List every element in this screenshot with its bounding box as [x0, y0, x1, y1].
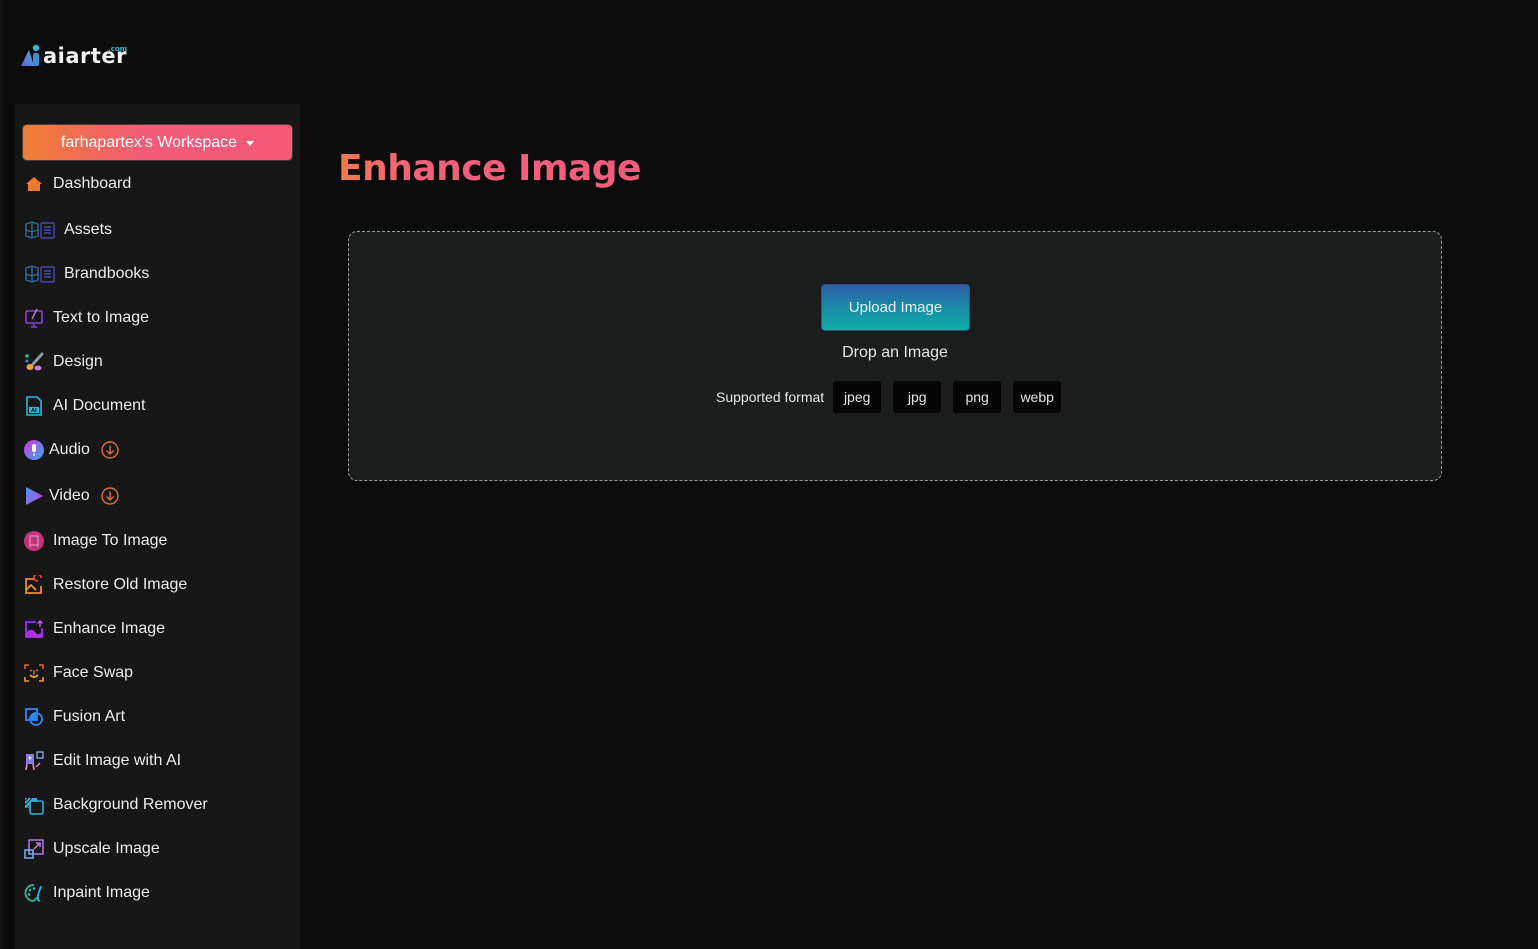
sidebar-item-label: Enhance Image: [53, 620, 166, 637]
sidebar-item-dashboard[interactable]: Dashboard: [24, 171, 131, 197]
easel-icon: [24, 751, 44, 771]
sidebar-item-label: Inpaint Image: [53, 884, 150, 901]
sidebar-item-label: Restore Old Image: [53, 576, 188, 593]
caret-down-icon: [246, 140, 255, 146]
brand-suffix: .com: [108, 45, 128, 53]
sidebar-item-inpaint-image[interactable]: Inpaint Image: [24, 880, 150, 906]
drop-hint: Drop an Image: [842, 344, 948, 361]
sidebar-item-assets[interactable]: Assets: [24, 217, 112, 243]
sidebar-item-label: Text to Image: [53, 309, 150, 326]
format-badge: webp: [1013, 381, 1062, 413]
sidebar-item-background-remover[interactable]: Background Remover: [24, 792, 208, 818]
sidebar-item-label: Edit Image with AI: [53, 752, 182, 769]
format-badge: jpg: [893, 381, 942, 413]
sidebar-item-fusion-art[interactable]: Fusion Art: [24, 704, 125, 730]
home-icon: [24, 174, 44, 194]
sidebar-item-label: Assets: [64, 221, 113, 238]
image-to-image-icon: [24, 531, 44, 551]
sidebar-item-text-to-image[interactable]: Text to Image: [24, 305, 149, 331]
workspace-dropdown[interactable]: farhapartex's Workspace: [22, 124, 293, 161]
sidebar-item-label: Upscale Image: [53, 840, 160, 857]
sidebar-item-label: Audio: [49, 441, 90, 458]
fusion-art-icon: [24, 707, 44, 727]
sidebar-item-upscale-image[interactable]: Upscale Image: [24, 836, 160, 862]
sidebar-item-label: Face Swap: [53, 664, 134, 681]
play-icon: [24, 486, 44, 506]
format-badge: png: [953, 381, 1002, 413]
page-title: Enhance Image: [338, 146, 641, 192]
sidebar-item-label: Dashboard: [53, 175, 132, 192]
sidebar-item-label: Image To Image: [53, 532, 168, 549]
download-icon[interactable]: [101, 441, 119, 459]
sidebar: farhapartex's Workspace Dashboard Assets…: [15, 104, 300, 949]
sidebar-item-label: Fusion Art: [53, 708, 126, 725]
paintbrush-icon: [24, 352, 44, 372]
supported-formats: Supported format jpeg jpg png webp: [716, 381, 1073, 413]
sidebar-item-label: AI Document: [53, 397, 146, 414]
download-icon[interactable]: [100, 487, 119, 505]
restore-image-icon: [24, 575, 44, 595]
palette-icon: [24, 883, 44, 903]
ai-document-icon: AI: [24, 396, 44, 416]
sidebar-item-ai-document[interactable]: AI AI Document: [24, 393, 145, 419]
background-remover-icon: [24, 795, 44, 815]
sidebar-item-design[interactable]: Design: [24, 349, 103, 375]
sidebar-item-image-to-image[interactable]: Image To Image: [24, 528, 167, 554]
text-to-image-icon: [24, 308, 44, 328]
brandbooks-icon: [24, 264, 56, 284]
microphone-icon: [24, 440, 44, 460]
sidebar-item-label: Brandbooks: [64, 265, 150, 282]
enhance-image-icon: [24, 619, 44, 639]
sidebar-item-video[interactable]: Video: [24, 483, 119, 509]
sidebar-item-restore-old-image[interactable]: Restore Old Image: [24, 572, 187, 598]
brand-logo[interactable]: aiarter .com: [20, 38, 127, 68]
sidebar-item-brandbooks[interactable]: Brandbooks: [24, 261, 149, 287]
logo-mark-icon: [20, 42, 42, 68]
assets-icon: [24, 220, 56, 240]
upscale-icon: [24, 839, 44, 859]
sidebar-item-audio[interactable]: Audio: [24, 437, 119, 463]
sidebar-item-enhance-image[interactable]: Enhance Image: [24, 616, 165, 642]
upload-image-button[interactable]: Upload Image: [821, 284, 970, 331]
workspace-label: farhapartex's Workspace: [60, 133, 238, 151]
format-badge: jpeg: [833, 381, 882, 413]
sidebar-item-label: Background Remover: [53, 796, 208, 813]
window-edge: [0, 0, 3, 949]
image-dropzone[interactable]: Upload Image Drop an Image Supported for…: [348, 231, 1442, 481]
sidebar-item-edit-image-with-ai[interactable]: Edit Image with AI: [24, 748, 181, 774]
sidebar-item-label: Design: [53, 353, 103, 370]
sidebar-item-label: Video: [49, 487, 90, 504]
brand-name: aiarter .com: [43, 44, 127, 68]
sidebar-item-face-swap[interactable]: Face Swap: [24, 660, 133, 686]
supported-format-label: Supported format: [716, 389, 825, 405]
svg-text:AI: AI: [31, 408, 37, 414]
face-scan-icon: [24, 663, 44, 683]
